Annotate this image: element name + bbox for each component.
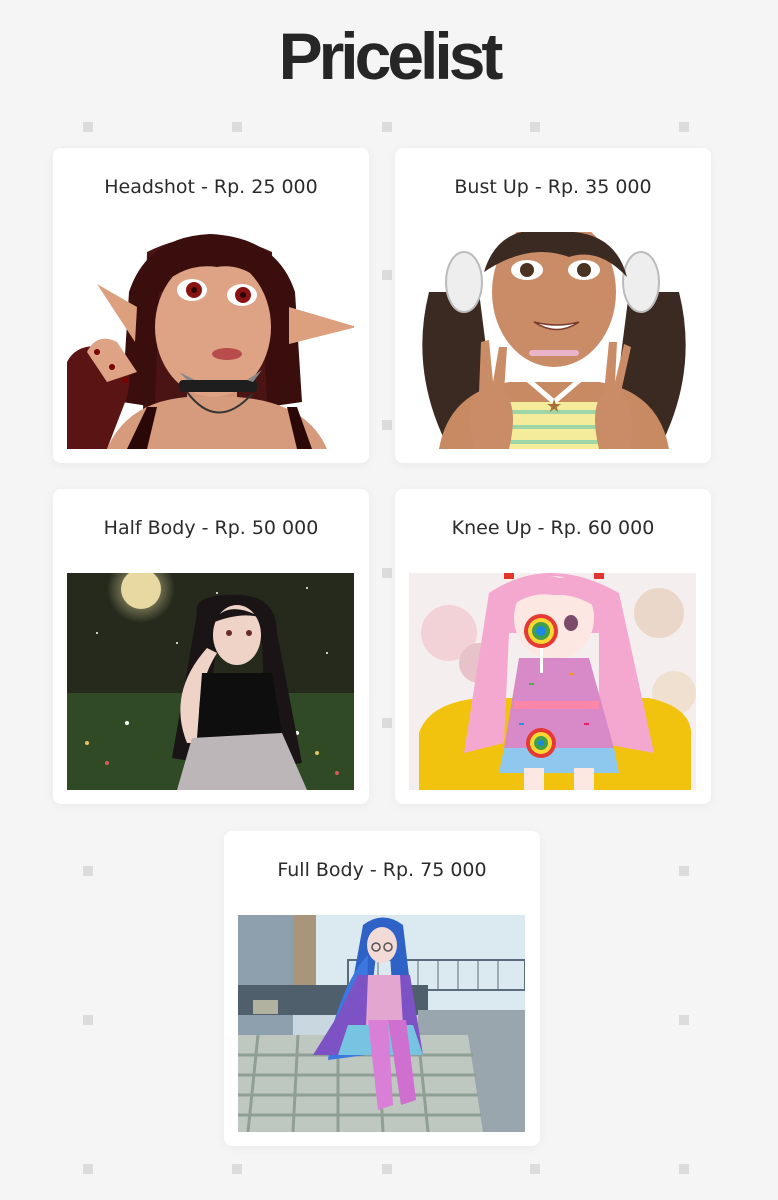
background-dot — [232, 122, 242, 132]
price-label: Full Body - Rp. 75 000 — [277, 859, 487, 881]
background-dot — [382, 270, 392, 280]
background-dot — [83, 122, 93, 132]
price-card-knee-up[interactable]: Knee Up - Rp. 60 000 — [395, 489, 711, 804]
background-dot — [382, 568, 392, 578]
price-label: Half Body - Rp. 50 000 — [103, 517, 319, 539]
bust-up-artwork-image: ★ — [409, 232, 696, 449]
background-dot — [83, 866, 93, 876]
background-dot — [530, 122, 540, 132]
background-dot — [83, 1164, 93, 1174]
price-card-half-body[interactable]: Half Body - Rp. 50 000 — [53, 489, 369, 804]
price-card-headshot[interactable]: Headshot - Rp. 25 000 — [53, 148, 369, 463]
price-label: Bust Up - Rp. 35 000 — [454, 176, 652, 198]
half-body-artwork-image — [67, 573, 354, 790]
background-dot — [382, 122, 392, 132]
page-title: Pricelist — [278, 19, 504, 93]
price-label: Headshot - Rp. 25 000 — [104, 176, 318, 198]
background-dot — [679, 1015, 689, 1025]
headshot-artwork-image — [67, 232, 354, 449]
background-dot — [679, 122, 689, 132]
background-dot — [530, 1164, 540, 1174]
price-card-full-body[interactable]: Full Body - Rp. 75 000 — [224, 831, 540, 1146]
full-body-artwork-image — [238, 915, 525, 1132]
background-dot — [382, 1164, 392, 1174]
svg-text:★: ★ — [546, 396, 562, 417]
background-dot — [679, 1164, 689, 1174]
knee-up-artwork-image — [409, 573, 696, 790]
background-dot — [382, 718, 392, 728]
background-dot — [83, 1015, 93, 1025]
price-card-bust-up[interactable]: Bust Up - Rp. 35 000 ★ — [395, 148, 711, 463]
background-dot — [679, 866, 689, 876]
background-dot — [382, 420, 392, 430]
background-dot — [232, 1164, 242, 1174]
price-label: Knee Up - Rp. 60 000 — [451, 517, 655, 539]
